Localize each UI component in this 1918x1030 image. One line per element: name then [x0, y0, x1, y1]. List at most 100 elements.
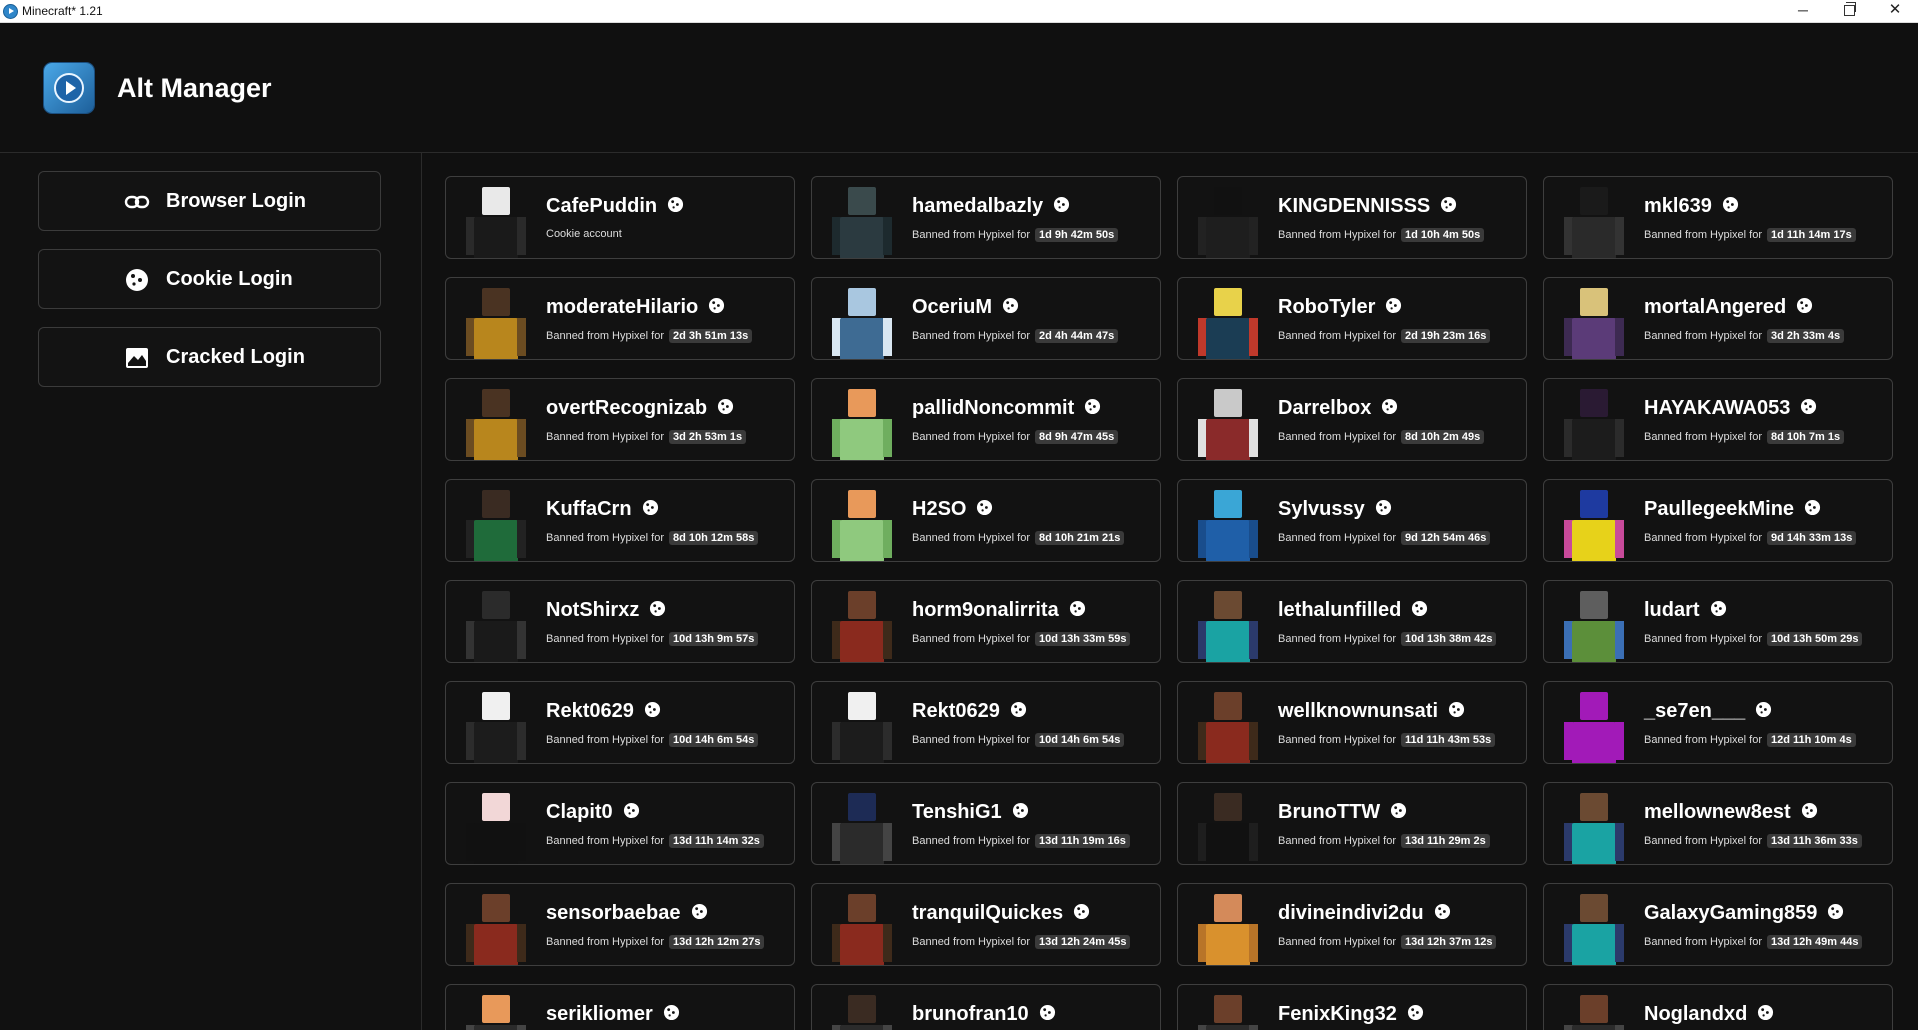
account-card[interactable]: serikliomer [445, 984, 795, 1030]
cracked-login-button[interactable]: Cracked Login [38, 327, 381, 387]
cookie-login-button[interactable]: Cookie Login [38, 249, 381, 309]
account-card[interactable]: pallidNoncommit Banned from Hypixel for 8d… [811, 378, 1161, 461]
account-name: horm9onalirrita [912, 599, 1059, 621]
account-card[interactable]: GalaxyGaming859 Banned from Hypixel for 13… [1543, 883, 1893, 966]
ban-duration-badge: 3d 2h 33m 4s [1767, 329, 1845, 343]
account-status: Banned from Hypixel for 10d 14h 6m 54s [546, 733, 759, 747]
ban-duration-badge: 2d 19h 23m 16s [1401, 329, 1491, 343]
account-card[interactable]: TenshiG1 Banned from Hypixel for 13d 11h 1… [811, 782, 1161, 865]
minecraft-app-icon [3, 4, 18, 19]
account-name: _se7en___ [1644, 700, 1746, 722]
cookie-icon [977, 500, 993, 516]
status-text: Banned from Hypixel for [912, 330, 1030, 342]
status-text: Banned from Hypixel for [912, 633, 1030, 645]
skin-avatar [832, 591, 892, 662]
maximize-button[interactable] [1826, 0, 1872, 22]
sidebar: Browser Login Cookie Login Cracked Login [0, 153, 422, 1030]
status-text: Banned from Hypixel for [1278, 734, 1396, 746]
skin-avatar [1564, 187, 1624, 258]
account-name: NotShirxz [546, 599, 640, 621]
account-card[interactable]: FenixKing32 [1177, 984, 1527, 1030]
cookie-icon [663, 1005, 679, 1021]
cookie-icon [1069, 601, 1085, 617]
account-name: mortalAngered [1644, 296, 1787, 318]
account-card[interactable]: NotShirxz Banned from Hypixel for 10d 13h … [445, 580, 795, 663]
account-card[interactable]: CafePuddin Cookie account [445, 176, 795, 259]
skin-avatar [1198, 187, 1258, 258]
account-card[interactable]: mellownew8est Banned from Hypixel for 13d … [1543, 782, 1893, 865]
ban-duration-badge: 13d 12h 49m 44s [1767, 935, 1863, 949]
account-card[interactable]: RoboTyler Banned from Hypixel for 2d 19h 2… [1177, 277, 1527, 360]
browser-login-button[interactable]: Browser Login [38, 171, 381, 231]
account-card[interactable]: brunofran10 [811, 984, 1161, 1030]
skin-avatar [1564, 288, 1624, 359]
account-status: Banned from Hypixel for 2d 3h 51m 13s [546, 329, 753, 343]
account-card[interactable]: BrunoTTW Banned from Hypixel for 13d 11h 2… [1177, 782, 1527, 865]
account-card[interactable]: PaullegeekMine Banned from Hypixel for 9d … [1543, 479, 1893, 562]
status-text: Banned from Hypixel for [1644, 734, 1762, 746]
account-card[interactable]: Sylvussy Banned from Hypixel for 9d 12h 54… [1177, 479, 1527, 562]
skin-avatar [1564, 490, 1624, 561]
account-status: Banned from Hypixel for 2d 19h 23m 16s [1278, 329, 1491, 343]
skin-avatar [832, 894, 892, 965]
window-title: Minecraft* 1.21 [22, 4, 103, 18]
status-text: Banned from Hypixel for [546, 431, 664, 443]
account-card[interactable]: hamedalbazly Banned from Hypixel for 1d 9h… [811, 176, 1161, 259]
account-status: Banned from Hypixel for 10d 13h 33m 59s [912, 632, 1131, 646]
account-card[interactable]: Rekt0629 Banned from Hypixel for 10d 14h 6… [445, 681, 795, 764]
account-card[interactable]: tranquilQuickes Banned from Hypixel for 13… [811, 883, 1161, 966]
ban-duration-badge: 9d 12h 54m 46s [1401, 531, 1491, 545]
cookie-icon [642, 500, 658, 516]
account-card[interactable]: KINGDENNISSS Banned from Hypixel for 1d 10… [1177, 176, 1527, 259]
account-name: KINGDENNISSS [1278, 195, 1431, 217]
close-button[interactable]: ✕ [1872, 0, 1918, 22]
cookie-icon [709, 298, 725, 314]
account-name: GalaxyGaming859 [1644, 902, 1818, 924]
cookie-icon [1801, 803, 1817, 819]
account-name: mkl639 [1644, 195, 1712, 217]
ban-duration-badge: 8d 10h 7m 1s [1767, 430, 1845, 444]
status-text: Banned from Hypixel for [912, 532, 1030, 544]
account-card[interactable]: _se7en___ Banned from Hypixel for 12d 11h … [1543, 681, 1893, 764]
status-text: Banned from Hypixel for [1278, 431, 1396, 443]
skin-avatar [466, 995, 526, 1030]
status-text: Banned from Hypixel for [1278, 330, 1396, 342]
ban-duration-badge: 3d 2h 53m 1s [669, 430, 747, 444]
skin-avatar [1198, 894, 1258, 965]
account-card[interactable]: mortalAngered Banned from Hypixel for 3d 2… [1543, 277, 1893, 360]
status-text: Banned from Hypixel for [1644, 229, 1762, 241]
account-card[interactable]: ludart Banned from Hypixel for 10d 13h 50m… [1543, 580, 1893, 663]
account-card[interactable]: overtRecognizab Banned from Hypixel for 3d… [445, 378, 795, 461]
account-name: KuffaCrn [546, 498, 632, 520]
account-name: ludart [1644, 599, 1700, 621]
account-card[interactable]: H2SO Banned from Hypixel for 8d 10h 21m 21… [811, 479, 1161, 562]
account-name: mellownew8est [1644, 801, 1791, 823]
ban-duration-badge: 10d 13h 33m 59s [1035, 632, 1131, 646]
account-grid: CafePuddin Cookie account hamedalbazly Bann… [421, 153, 1918, 1030]
status-text: Banned from Hypixel for [912, 936, 1030, 948]
skin-avatar [832, 490, 892, 561]
account-card[interactable]: Darrelbox Banned from Hypixel for 8d 10h 2… [1177, 378, 1527, 461]
account-card[interactable]: moderateHilario Banned from Hypixel for 2d… [445, 277, 795, 360]
account-card[interactable]: sensorbaebae Banned from Hypixel for 13d 1… [445, 883, 795, 966]
account-status: Banned from Hypixel for 1d 11h 14m 17s [1644, 228, 1856, 242]
ban-duration-badge: 13d 12h 12m 27s [669, 935, 765, 949]
account-card[interactable]: KuffaCrn Banned from Hypixel for 8d 10h 12… [445, 479, 795, 562]
skin-avatar [466, 591, 526, 662]
account-card[interactable]: lethalunfilled Banned from Hypixel for 10d… [1177, 580, 1527, 663]
account-card[interactable]: mkl639 Banned from Hypixel for 1d 11h 14m … [1543, 176, 1893, 259]
ban-duration-badge: 10d 13h 38m 42s [1401, 632, 1497, 646]
minimize-button[interactable]: ─ [1780, 0, 1826, 22]
skin-avatar [466, 894, 526, 965]
account-card[interactable]: horm9onalirrita Banned from Hypixel for 10… [811, 580, 1161, 663]
account-card[interactable]: wellknownunsati Banned from Hypixel for 11… [1177, 681, 1527, 764]
skin-avatar [832, 995, 892, 1030]
account-card[interactable]: divineindivi2du Banned from Hypixel for 13… [1177, 883, 1527, 966]
account-status: Banned from Hypixel for 10d 13h 38m 42s [1278, 632, 1497, 646]
account-card[interactable]: Rekt0629 Banned from Hypixel for 10d 14h 6… [811, 681, 1161, 764]
account-card[interactable]: Noglandxd [1543, 984, 1893, 1030]
account-status: Banned from Hypixel for 13d 12h 37m 12s [1278, 935, 1497, 949]
account-card[interactable]: Clapit0 Banned from Hypixel for 13d 11h 14… [445, 782, 795, 865]
account-card[interactable]: HAYAKAWA053 Banned from Hypixel for 8d 10h… [1543, 378, 1893, 461]
account-card[interactable]: OceriuM Banned from Hypixel for 2d 4h 44m … [811, 277, 1161, 360]
